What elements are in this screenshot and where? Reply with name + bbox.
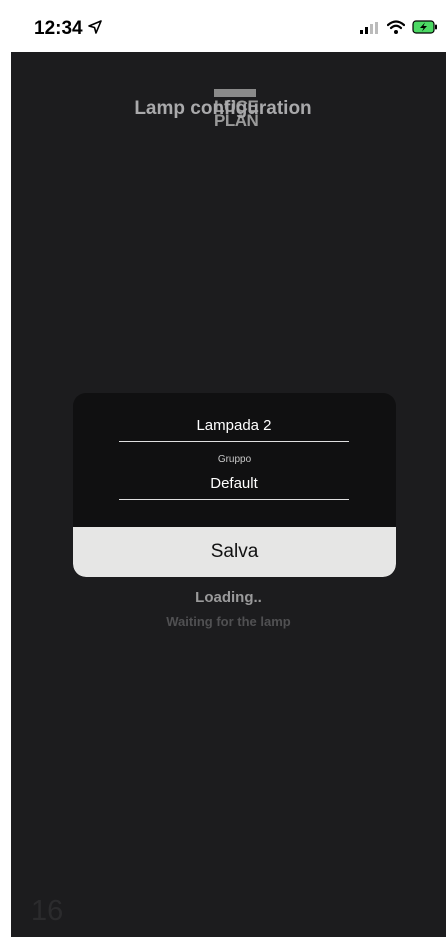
group-label: Gruppo (217, 454, 252, 465)
save-button[interactable]: Salva (73, 527, 396, 577)
loading-text: Loading.. (195, 589, 262, 606)
status-bar: 12:34 (0, 0, 446, 52)
lamp-name-input[interactable]: Lampada 2 (119, 417, 349, 442)
waiting-text: Waiting for the lamp (166, 614, 291, 629)
status-time: 12:34 (34, 18, 83, 39)
status-time-group: 12:34 (34, 18, 102, 40)
page-title: Lamp configuration (134, 98, 312, 119)
battery-charging-icon (412, 20, 438, 39)
group-input[interactable]: Default (119, 475, 349, 500)
wifi-icon (386, 20, 406, 39)
location-arrow-icon (87, 18, 102, 40)
logo-bar (214, 89, 256, 97)
footer-number: 16 (31, 895, 64, 927)
lamp-config-dialog: Lampada 2 Gruppo Default Salva (73, 393, 396, 577)
status-icons (360, 20, 438, 39)
signal-icon (360, 21, 380, 39)
